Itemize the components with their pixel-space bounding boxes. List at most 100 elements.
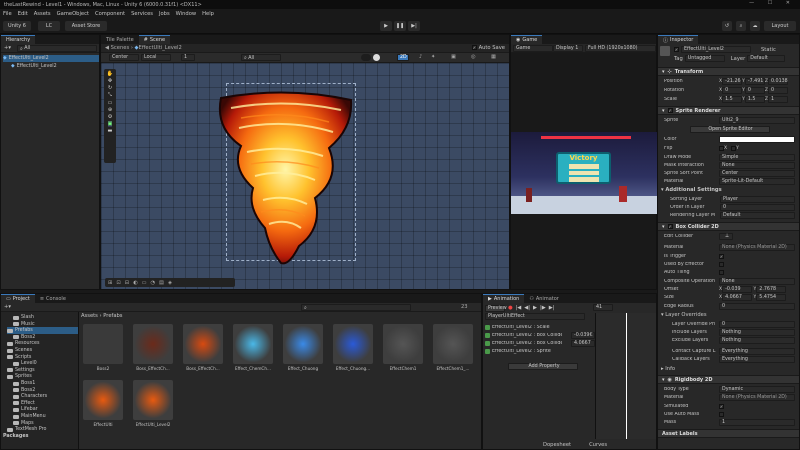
edge-radius-field[interactable]: 0 <box>719 302 795 310</box>
asset-item[interactable]: Effect_Chuong <box>281 322 325 378</box>
first-key-icon[interactable]: |◀ <box>516 305 522 311</box>
fx-icon[interactable]: ✦ <box>431 54 435 60</box>
asset-item[interactable]: EffectChem1_... <box>431 322 475 378</box>
transform-header[interactable]: ▾ ⊹ Transform <box>658 67 799 76</box>
menu-item-window[interactable]: Window <box>176 11 196 17</box>
tab-animation[interactable]: ▶ Animation <box>483 294 525 303</box>
is-trigger-checkbox[interactable]: ✓ <box>719 253 724 259</box>
scale-tool-icon[interactable]: ⤡ <box>108 92 112 99</box>
snap-increment[interactable]: 1 <box>181 54 195 61</box>
property-value[interactable]: -0.039€ <box>571 332 595 339</box>
rotation-x[interactable]: 0 <box>722 86 743 94</box>
overlay-tool-icon[interactable]: ◈ <box>168 280 172 286</box>
record-icon[interactable]: ● <box>508 305 513 311</box>
open-sprite-editor-button[interactable]: Open Sprite Editor <box>689 125 770 133</box>
next-key-icon[interactable]: |▶ <box>540 305 546 311</box>
search-button[interactable]: ⌕ <box>736 21 746 31</box>
add-property-button[interactable]: Add Property <box>508 363 578 370</box>
victory-button[interactable] <box>568 177 599 183</box>
prev-key-icon[interactable]: ◀| <box>524 305 530 311</box>
collider-tool-icon[interactable]: ▣ <box>107 121 113 127</box>
auto-tiling-checkbox[interactable] <box>719 269 724 275</box>
scale-y[interactable]: 1.5 <box>744 95 765 103</box>
scene-view[interactable]: ✋ ✥ ↻ ⤡ ▭ ⊕ ⚙ ▣ ▬ ⊞ ⊡ ⊟ ◐ ▭ ◔ ▤ ◈ <box>101 63 509 289</box>
auto-mass-checkbox[interactable] <box>719 411 724 417</box>
hierarchy-search-input[interactable]: ⌕ All <box>17 45 97 52</box>
preview-toggle[interactable]: Preview <box>485 304 507 312</box>
window-controls[interactable]: — ☐ ✕ <box>749 0 796 6</box>
sorting-layer-dropdown[interactable]: Player <box>720 195 795 203</box>
rect-tool-icon[interactable]: ▭ <box>108 100 113 106</box>
packages-item[interactable]: Packages <box>3 433 28 440</box>
tab-tile-palette[interactable]: Tile Palette <box>101 35 139 44</box>
dopesheet-tab[interactable]: Dopesheet <box>543 442 571 448</box>
edit-collider-button[interactable]: ⟂ <box>719 232 733 240</box>
clip-dropdown[interactable]: PlayerUltiEffect <box>485 313 585 320</box>
move-tool-icon[interactable]: ✥ <box>108 78 112 84</box>
undo-history-button[interactable]: ↺ <box>722 21 732 31</box>
additional-settings-row[interactable]: ▾ Additional Settings <box>661 186 795 194</box>
mass-field[interactable]: 1 <box>719 418 795 426</box>
dopesheet-timeline[interactable] <box>595 313 656 439</box>
2d-toggle[interactable]: 2D <box>397 54 409 61</box>
menu-item-assets[interactable]: Assets <box>34 11 51 17</box>
lighting-icon[interactable] <box>373 54 380 61</box>
sprite-renderer-header[interactable]: ▾ ✓ Sprite Renderer <box>658 106 799 115</box>
rotation-y[interactable]: 0 <box>744 86 765 94</box>
priority-field[interactable]: 0 <box>719 320 795 328</box>
breadcrumb-prefab[interactable]: EffectUlti_Level2 <box>139 45 182 51</box>
offset-x[interactable]: -0.039 <box>722 285 753 293</box>
play-button[interactable]: ▶ <box>380 21 392 31</box>
effector-checkbox[interactable] <box>719 261 724 267</box>
menu-item-component[interactable]: Component <box>95 11 125 17</box>
overlay-tool-icon[interactable]: ◐ <box>133 280 138 286</box>
collab-button[interactable]: ☁ <box>750 21 760 31</box>
asset-labels-header[interactable]: Asset Labels <box>658 429 799 438</box>
overlay-tool-icon[interactable]: ⊞ <box>108 280 112 286</box>
rotation-z[interactable]: 0 <box>767 86 788 94</box>
breadcrumb-scenes[interactable]: Scenes <box>111 45 130 51</box>
box-collider-header[interactable]: ▾ ✓ Box Collider 2D <box>658 222 799 231</box>
size-y[interactable]: 5.4754 <box>756 293 787 301</box>
layer-overrides-row[interactable]: ▾ Layer Overrides <box>661 311 795 319</box>
scale-z[interactable]: 1 <box>767 95 788 103</box>
asset-item[interactable]: Boss_EffectCh... <box>131 322 175 378</box>
menu-item-edit[interactable]: Edit <box>18 11 28 17</box>
shading-icon[interactable] <box>361 54 371 61</box>
sort-point-dropdown[interactable]: Center <box>719 169 795 177</box>
menu-item-gameobject[interactable]: GameObject <box>57 11 89 17</box>
victory-button[interactable] <box>568 164 599 169</box>
sprite-field[interactable]: Ulti2_9 <box>719 116 795 124</box>
layout-dropdown[interactable]: Layout <box>764 21 796 31</box>
asset-item[interactable]: EffectUlti_Level2 <box>131 378 175 434</box>
enabled-checkbox[interactable]: ✓ <box>667 108 673 113</box>
tab-console[interactable]: ≡ Console <box>35 294 71 303</box>
tab-game[interactable]: ◉ Game <box>511 35 543 44</box>
tab-project[interactable]: ▭ Project <box>1 294 35 303</box>
victory-button[interactable] <box>568 170 599 176</box>
rb-material-field[interactable]: None (Physics Material 2D) <box>719 393 795 401</box>
breadcrumb-assets[interactable]: Assets <box>81 313 98 319</box>
account-button[interactable]: Unity 6 <box>3 21 31 31</box>
color-swatch[interactable] <box>719 135 795 143</box>
callback-dropdown[interactable]: Everything <box>719 355 795 363</box>
position-z[interactable]: 0.0138 <box>767 77 788 85</box>
overlay-tool-icon[interactable]: ⊡ <box>116 280 120 286</box>
order-field[interactable]: 0 <box>720 203 795 211</box>
camera-icon[interactable]: ▣ <box>451 54 456 60</box>
asset-item[interactable]: Boss_EffectCh... <box>181 322 225 378</box>
game-mode-dropdown[interactable]: Game <box>513 45 553 52</box>
position-x[interactable]: -21.26 <box>722 77 743 85</box>
gizmos-icon[interactable]: ◎ <box>471 54 476 60</box>
hierarchy-item[interactable]: ◆ EffectUlti_Level2 <box>3 55 99 62</box>
animated-property-row[interactable]: EffectUlti_Level2 : Scale <box>485 324 595 331</box>
overlay-tool-icon[interactable]: ◔ <box>151 280 156 286</box>
contact-dropdown[interactable]: Everything <box>719 347 795 355</box>
asset-store-button[interactable]: Asset Store <box>65 21 107 31</box>
rotate-tool-icon[interactable]: ↻ <box>108 85 112 91</box>
body-type-dropdown[interactable]: Dynamic <box>719 385 795 393</box>
curves-tab[interactable]: Curves <box>589 442 607 448</box>
scale-x[interactable]: 1.5 <box>722 95 743 103</box>
frame-field[interactable]: 41 <box>593 304 613 311</box>
step-button[interactable]: ▶| <box>408 21 420 31</box>
